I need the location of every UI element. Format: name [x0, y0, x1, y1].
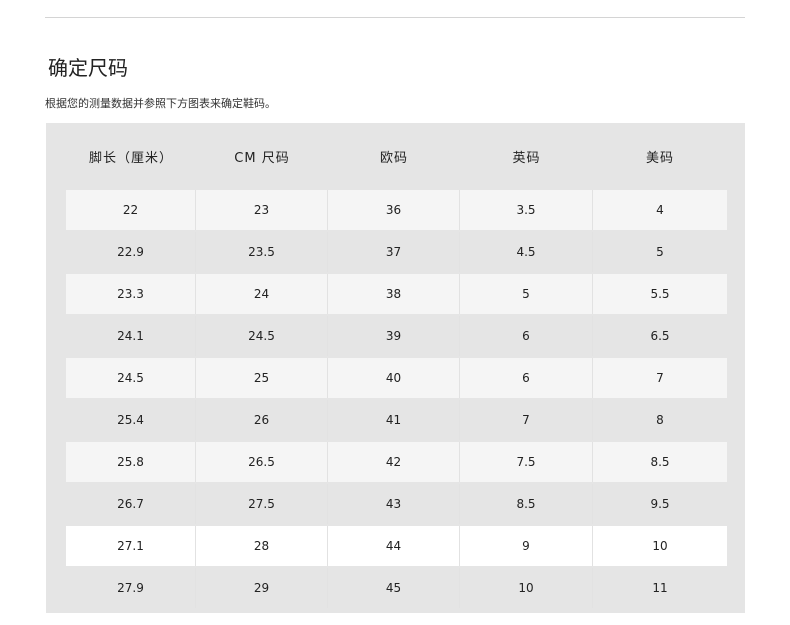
page-subtitle: 根据您的测量数据并参照下方图表来确定鞋码。: [45, 97, 276, 110]
cm-size-cell: 28: [196, 526, 328, 566]
table-row: 25.4 26 41 7 8: [66, 400, 727, 440]
us-size-cell: 7: [656, 371, 664, 385]
column-header-eu-size: 欧码: [379, 151, 408, 166]
cm-size-cell: 24.5: [196, 316, 328, 356]
table-row: 24.1 24.5 39 6 6.5: [66, 316, 727, 356]
size-chart-panel: 脚长（厘米） CM 尺码 欧码 英码 美码 22 23 36 3.5 4 22.9 23.5…: [46, 123, 745, 613]
uk-size-cell: 5: [460, 274, 593, 314]
eu-size-cell: 45: [328, 568, 460, 608]
us-size-cell: 5.5: [650, 287, 670, 301]
cm-size-cell: 26.5: [196, 442, 328, 482]
table-row: 24.5 25 40 6 7: [66, 358, 727, 398]
eu-size-cell: 39: [328, 316, 460, 356]
us-size-cell: 11: [652, 581, 668, 595]
cm-size-cell: 26: [196, 400, 328, 440]
table-row: 26.7 27.5 43 8.5 9.5: [66, 484, 727, 524]
uk-size-cell: 7.5: [460, 442, 593, 482]
us-size-cell: 4: [656, 203, 664, 217]
cm-size-cell: 29: [196, 568, 328, 608]
table-row: 22.9 23.5 37 4.5 5: [66, 232, 727, 272]
us-size-cell: 6.5: [650, 329, 670, 343]
eu-size-cell: 38: [328, 274, 460, 314]
table-body: 22 23 36 3.5 4 22.9 23.5 37 4.5 5 23.3 24 38 5 5.5 24.1…: [66, 190, 727, 610]
uk-size-cell: 6: [460, 316, 593, 356]
uk-size-cell: 4.5: [460, 232, 593, 272]
foot-length-cell: 23.3: [66, 274, 196, 314]
column-header-foot-length: 脚长（厘米）: [88, 151, 173, 166]
foot-length-cell: 24.1: [66, 316, 196, 356]
foot-length-cell: 27.1: [66, 526, 196, 566]
eu-size-cell: 40: [328, 358, 460, 398]
size-chart-table: 脚长（厘米） CM 尺码 欧码 英码 美码 22 23 36 3.5 4 22.9 23.5…: [66, 123, 727, 610]
eu-size-cell: 44: [328, 526, 460, 566]
column-header-us-size: 美码: [645, 151, 674, 166]
uk-size-cell: 6: [460, 358, 593, 398]
foot-length-cell: 26.7: [66, 484, 196, 524]
eu-size-cell: 42: [328, 442, 460, 482]
eu-size-cell: 41: [328, 400, 460, 440]
eu-size-cell: 36: [328, 190, 460, 230]
table-row: 22 23 36 3.5 4: [66, 190, 727, 230]
us-size-cell: 8.5: [650, 455, 670, 469]
cm-size-cell: 24: [196, 274, 328, 314]
foot-length-cell: 24.5: [66, 358, 196, 398]
eu-size-cell: 37: [328, 232, 460, 272]
table-row: 25.8 26.5 42 7.5 8.5: [66, 442, 727, 482]
table-row: 27.1 28 44 9 10: [66, 526, 727, 566]
top-divider: [45, 17, 745, 18]
foot-length-cell: 25.4: [66, 400, 196, 440]
cm-size-cell: 27.5: [196, 484, 328, 524]
table-header-row: 脚长（厘米） CM 尺码 欧码 英码 美码: [66, 123, 727, 190]
column-header-cm-size: CM 尺码: [234, 151, 290, 166]
us-size-cell: 10: [652, 539, 668, 553]
cm-size-cell: 23: [196, 190, 328, 230]
column-header-uk-size: 英码: [512, 151, 541, 166]
foot-length-cell: 27.9: [66, 568, 196, 608]
eu-size-cell: 43: [328, 484, 460, 524]
cm-size-cell: 23.5: [196, 232, 328, 272]
uk-size-cell: 7: [460, 400, 593, 440]
uk-size-cell: 9: [460, 526, 593, 566]
foot-length-cell: 22: [66, 190, 196, 230]
uk-size-cell: 10: [460, 568, 593, 608]
uk-size-cell: 3.5: [460, 190, 593, 230]
page-title: 确定尺码: [48, 56, 128, 80]
us-size-cell: 5: [656, 245, 664, 259]
foot-length-cell: 22.9: [66, 232, 196, 272]
cm-size-cell: 25: [196, 358, 328, 398]
foot-length-cell: 25.8: [66, 442, 196, 482]
table-row: 23.3 24 38 5 5.5: [66, 274, 727, 314]
uk-size-cell: 8.5: [460, 484, 593, 524]
table-row: 27.9 29 45 10 11: [66, 568, 727, 608]
us-size-cell: 9.5: [650, 497, 670, 511]
us-size-cell: 8: [656, 413, 664, 427]
